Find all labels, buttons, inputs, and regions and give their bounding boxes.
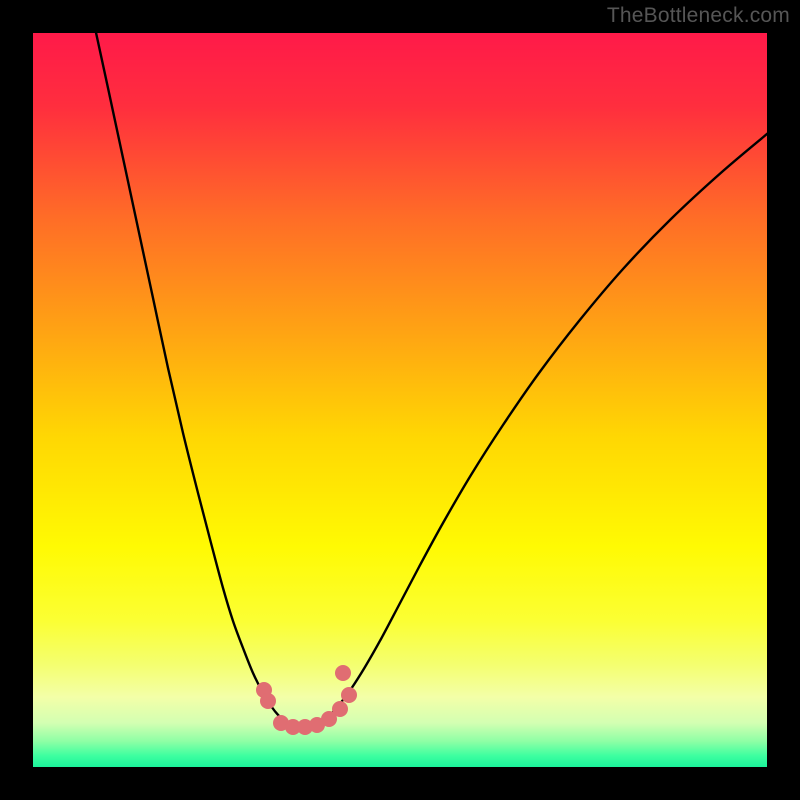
data-marker <box>332 701 348 717</box>
chart-frame: TheBottleneck.com <box>0 0 800 800</box>
bottleneck-curve <box>95 33 767 728</box>
plot-area <box>33 33 767 767</box>
data-marker <box>335 665 351 681</box>
data-marker <box>341 687 357 703</box>
curve-layer <box>33 33 767 767</box>
watermark-text: TheBottleneck.com <box>607 4 790 28</box>
data-marker <box>260 693 276 709</box>
